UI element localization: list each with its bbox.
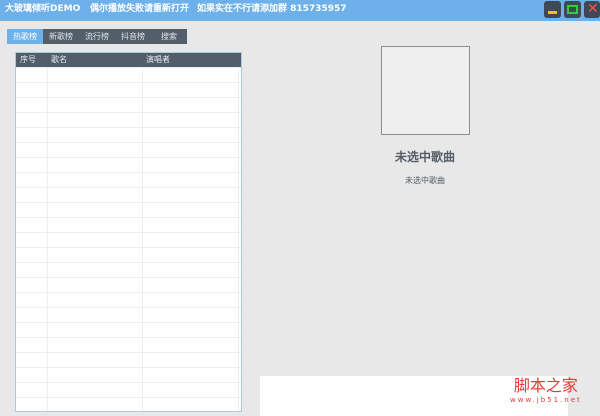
tab-hot[interactable]: 热歌榜 xyxy=(7,29,43,44)
song-artist: 未选中歌曲 xyxy=(405,176,445,185)
close-button[interactable]: ✕ xyxy=(584,1,600,18)
song-table[interactable]: 序号 歌名 演唱者 xyxy=(15,52,242,412)
watermark: 脚本之家 www.jb51.net xyxy=(510,372,582,404)
notice-text: 偶尔播放失败请重新打开 xyxy=(90,4,190,14)
close-icon: ✕ xyxy=(587,1,599,17)
tab-douyin[interactable]: 抖音榜 xyxy=(115,29,151,44)
tab-new[interactable]: 新歌榜 xyxy=(43,29,79,44)
tab-popular[interactable]: 流行榜 xyxy=(79,29,115,44)
column-index[interactable]: 序号 xyxy=(20,53,36,67)
group-text: 如果实在不行请添加群 815735957 xyxy=(197,4,347,14)
app-title: 大玻璃倾听DEMO xyxy=(5,4,81,14)
watermark-name: 脚本之家 xyxy=(513,376,578,395)
song-title: 未选中歌曲 xyxy=(394,150,455,164)
maximize-icon xyxy=(567,5,578,14)
column-title[interactable]: 歌名 xyxy=(51,53,67,67)
minimize-icon xyxy=(548,11,557,14)
title-bar: 大玻璃倾听DEMO 偶尔播放失败请重新打开 如果实在不行请添加群 8157359… xyxy=(0,0,600,21)
column-artist[interactable]: 演唱者 xyxy=(146,53,170,67)
tab-search[interactable]: 搜索 xyxy=(151,29,187,44)
table-header: 序号 歌名 演唱者 xyxy=(16,53,241,67)
minimize-button[interactable] xyxy=(544,1,561,18)
maximize-button[interactable] xyxy=(564,1,581,18)
watermark-url: www.jb51.net xyxy=(510,396,582,404)
chart-tabs: 热歌榜 新歌榜 流行榜 抖音榜 搜索 xyxy=(7,29,187,44)
table-rows[interactable] xyxy=(16,67,241,411)
album-cover xyxy=(381,46,470,135)
